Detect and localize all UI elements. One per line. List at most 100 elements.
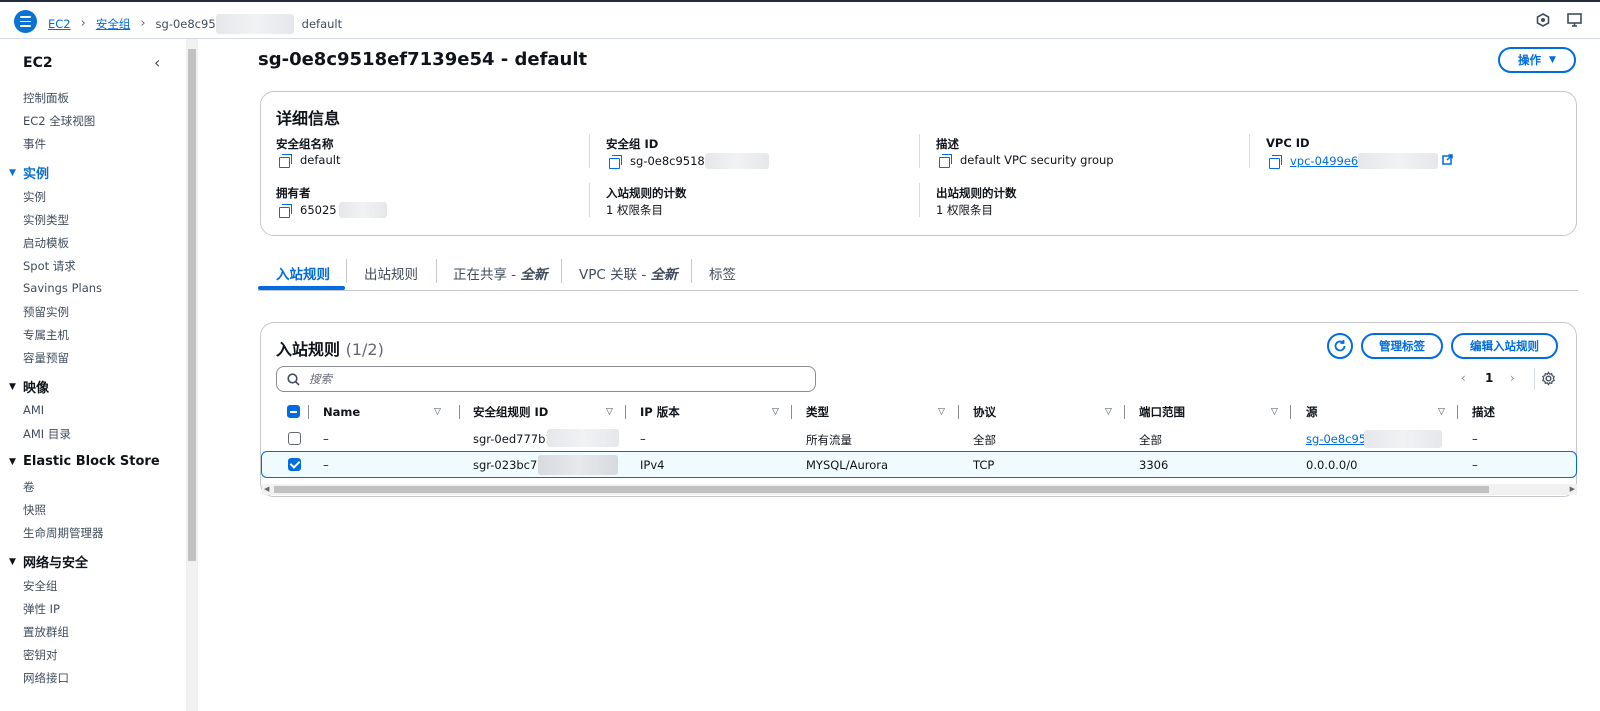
cell-ip-version: – — [640, 432, 646, 446]
sidebar-item-network-interfaces[interactable]: 网络接口 — [23, 670, 69, 686]
redacted-area — [215, 14, 294, 34]
sidebar-section-images[interactable]: ▼ 映像 — [9, 377, 49, 396]
refresh-icon — [1334, 340, 1346, 352]
vpc-id-link[interactable]: vpc-0499e6 — [1290, 154, 1358, 168]
sidebar-item-volumes[interactable]: 卷 — [23, 479, 35, 495]
column-divider — [1124, 405, 1125, 419]
refresh-button[interactable] — [1327, 333, 1353, 359]
column-divider — [625, 405, 626, 419]
sidebar-item-reserved-instances[interactable]: 预留实例 — [23, 304, 69, 320]
external-link-icon[interactable] — [1442, 154, 1453, 168]
sidebar-item-spot-requests[interactable]: Spot 请求 — [23, 258, 76, 274]
tab-vpc-associations[interactable]: VPC 关联 - 全新 — [579, 263, 678, 283]
sidebar-item-elastic-ip[interactable]: 弹性 IP — [23, 601, 60, 617]
select-all-checkbox[interactable] — [287, 405, 300, 418]
scrollbar-thumb[interactable] — [274, 486, 1489, 493]
filter-icon[interactable]: ▽ — [1271, 401, 1278, 423]
caret-down-icon: ▼ — [9, 167, 16, 178]
cell-source-link[interactable]: sg-0e8c95 — [1306, 432, 1366, 446]
sidebar-section-ebs[interactable]: ▼ Elastic Block Store — [9, 454, 160, 469]
column-header-description[interactable]: 描述 — [1472, 401, 1495, 423]
table-horizontal-scrollbar[interactable]: ◀ ▶ — [262, 484, 1577, 495]
column-header-port-range[interactable]: 端口范围 — [1139, 401, 1185, 423]
breadcrumb-security-groups[interactable]: 安全组 — [96, 16, 131, 32]
sidebar-item-capacity-reservations[interactable]: 容量预留 — [23, 350, 69, 366]
row-checkbox[interactable] — [288, 458, 301, 471]
screen-icon[interactable] — [1566, 13, 1582, 29]
copy-icon[interactable] — [279, 153, 292, 168]
column-header-protocol[interactable]: 协议 — [973, 401, 996, 423]
edit-inbound-rules-button[interactable]: 编辑入站规则 — [1451, 333, 1558, 359]
sidebar-item-key-pairs[interactable]: 密钥对 — [23, 647, 58, 663]
redacted-area — [547, 429, 619, 447]
breadcrumb-ec2[interactable]: EC2 — [48, 17, 71, 31]
caret-down-icon: ▼ — [9, 381, 16, 392]
copy-icon[interactable] — [939, 153, 952, 168]
copy-icon[interactable] — [279, 203, 292, 218]
tab-tags[interactable]: 标签 — [709, 263, 736, 283]
sidebar-item-events[interactable]: 事件 — [23, 136, 46, 152]
sidebar-section-network-security[interactable]: ▼ 网络与安全 — [9, 552, 88, 571]
copy-icon[interactable] — [609, 154, 622, 169]
pagination-page[interactable]: 1 — [1485, 371, 1493, 385]
sidebar-scrollbar-thumb[interactable] — [188, 49, 196, 561]
filter-icon[interactable]: ▽ — [772, 401, 779, 423]
sidebar-item-security-groups[interactable]: 安全组 — [23, 578, 58, 594]
column-label: 描述 — [1472, 405, 1495, 419]
outbound-count-value: 1 权限条目 — [936, 203, 993, 217]
sidebar-item-savings-plans[interactable]: Savings Plans — [23, 281, 102, 295]
sidebar-item-launch-templates[interactable]: 启动模板 — [23, 235, 69, 251]
collapse-sidebar-icon[interactable]: ‹ — [154, 53, 160, 72]
cell-name: – — [323, 458, 329, 472]
sidebar-item-ami-catalog[interactable]: AMI 目录 — [23, 426, 71, 442]
column-header-name[interactable]: Name — [323, 401, 360, 423]
filter-icon[interactable]: ▽ — [606, 401, 613, 423]
table-row[interactable]: – sgr-0ed777b1 – 所有流量 全部 全部 sg-0e8c95 – — [262, 426, 1576, 452]
feedback-icon[interactable] — [1535, 13, 1551, 29]
cell-description: – — [1472, 458, 1478, 472]
sidebar-item-instance-types[interactable]: 实例类型 — [23, 212, 69, 228]
tab-sharing[interactable]: 正在共享 - 全新 — [453, 263, 547, 283]
menu-icon[interactable] — [14, 10, 37, 33]
scroll-right-icon[interactable]: ▶ — [1570, 484, 1575, 495]
caret-down-icon: ▼ — [1549, 55, 1556, 65]
redacted-area — [538, 455, 618, 475]
scroll-left-icon[interactable]: ◀ — [264, 484, 269, 495]
column-header-rule-id[interactable]: 安全组规则 ID — [473, 401, 548, 423]
sidebar-item-global-view[interactable]: EC2 全球视图 — [23, 113, 95, 129]
inbound-count-value: 1 权限条目 — [606, 203, 663, 217]
cell-type: 所有流量 — [806, 433, 852, 447]
tab-sharing-label: 正在共享 - — [453, 267, 521, 283]
top-bar: EC2 › 安全组 › sg-0e8c95 default — [0, 0, 1600, 39]
pagination-prev-icon[interactable]: ‹ — [1461, 371, 1466, 385]
sidebar-item-lifecycle-manager[interactable]: 生命周期管理器 — [23, 525, 104, 541]
filter-icon[interactable]: ▽ — [434, 401, 441, 423]
column-header-source[interactable]: 源 — [1306, 401, 1318, 423]
sidebar-item-dedicated-hosts[interactable]: 专属主机 — [23, 327, 69, 343]
column-header-ip-version[interactable]: IP 版本 — [640, 401, 680, 423]
tab-divider — [561, 259, 562, 283]
table-row-selected[interactable]: – sgr-023bc79 IPv4 MYSQL/Aurora TCP 3306… — [261, 451, 1577, 478]
pagination-next-icon[interactable]: › — [1510, 371, 1515, 385]
sidebar-item-snapshots[interactable]: 快照 — [23, 502, 46, 518]
column-header-type[interactable]: 类型 — [806, 401, 829, 423]
divider — [919, 134, 920, 168]
sidebar-item-ami[interactable]: AMI — [23, 403, 44, 417]
sidebar-item-instances[interactable]: 实例 — [23, 189, 46, 205]
settings-gear-icon[interactable] — [1541, 371, 1556, 389]
actions-button[interactable]: 操作 ▼ — [1498, 47, 1576, 73]
filter-icon[interactable]: ▽ — [1438, 401, 1445, 423]
sidebar-section-instances[interactable]: ▼ 实例 — [9, 163, 49, 182]
manage-tags-button[interactable]: 管理标签 — [1361, 333, 1443, 359]
row-checkbox[interactable] — [288, 432, 301, 445]
search-input-wrapper[interactable] — [276, 366, 816, 392]
search-input[interactable] — [309, 372, 789, 386]
tab-inbound-rules[interactable]: 入站规则 — [276, 263, 330, 283]
sidebar-item-placement-groups[interactable]: 置放群组 — [23, 624, 69, 640]
rules-heading-text: 入站规则 — [276, 340, 341, 359]
copy-icon[interactable] — [1269, 154, 1282, 169]
tab-outbound-rules[interactable]: 出站规则 — [364, 263, 418, 283]
sidebar-item-dashboard[interactable]: 控制面板 — [23, 90, 69, 106]
filter-icon[interactable]: ▽ — [938, 401, 945, 423]
filter-icon[interactable]: ▽ — [1105, 401, 1112, 423]
